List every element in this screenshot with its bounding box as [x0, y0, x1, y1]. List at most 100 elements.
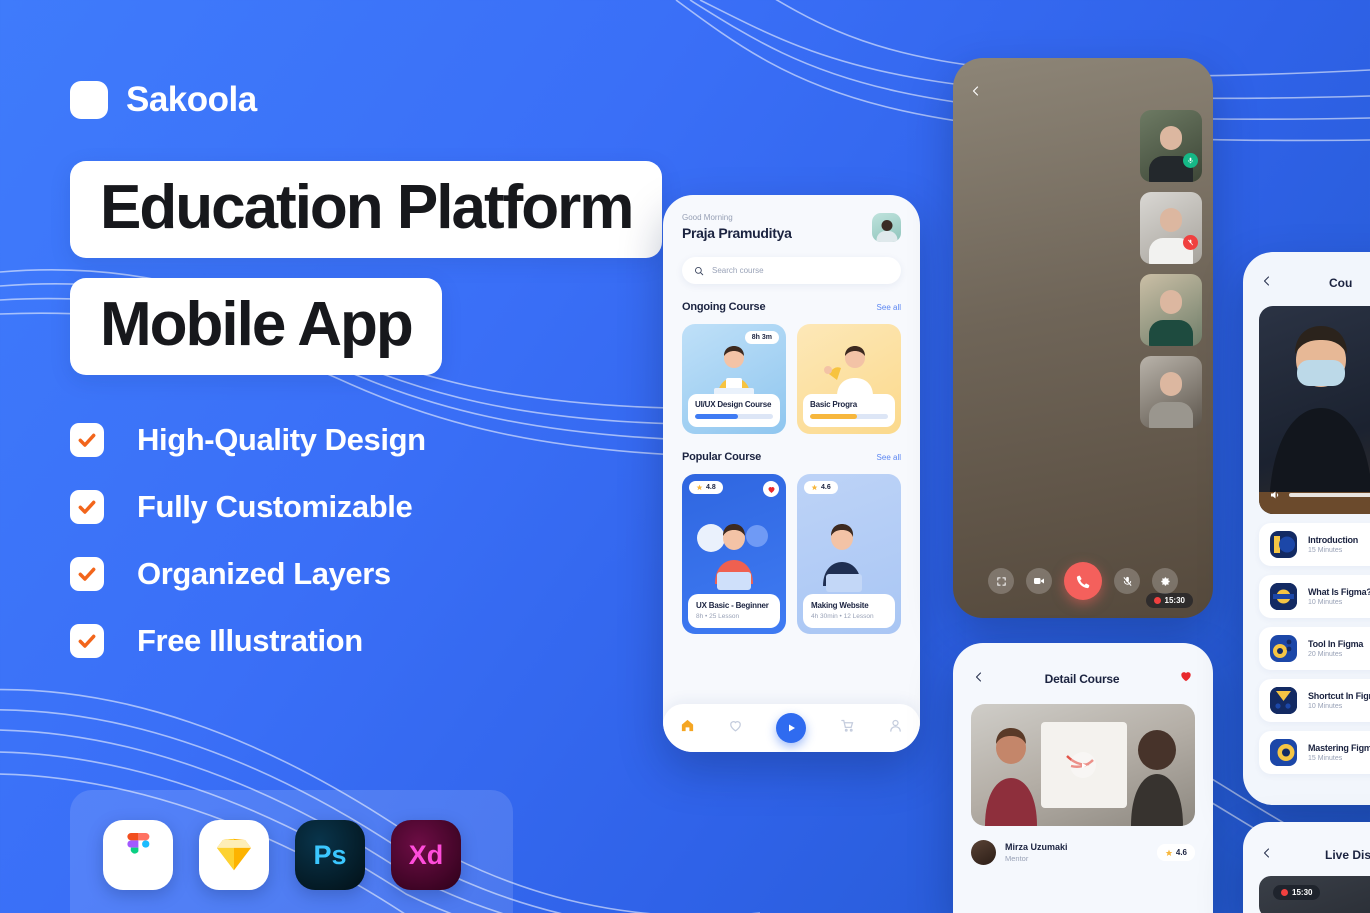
cart-icon — [841, 719, 854, 732]
lesson-item[interactable]: Introduction 15 Minutes — [1259, 523, 1370, 566]
hero-title-line1: Education Platform — [100, 173, 634, 242]
detail-favorite-button[interactable] — [1179, 669, 1193, 688]
mute-button[interactable] — [1114, 568, 1140, 594]
participant-face — [1160, 290, 1182, 314]
course-name: UI/UX Design Course — [695, 400, 772, 409]
popular-see-all[interactable]: See all — [877, 453, 901, 462]
course-info: UI/UX Design Course — [688, 394, 780, 427]
feature-label: Fully Customizable — [137, 489, 413, 525]
participant-thumbnail[interactable] — [1140, 356, 1202, 428]
star-icon — [811, 484, 818, 491]
search-icon — [695, 266, 704, 275]
lesson-duration: 15 Minutes — [1308, 755, 1343, 762]
course-illustration — [714, 346, 754, 396]
hero-title-line2: Mobile App — [100, 290, 414, 360]
detail-video-thumbnail[interactable] — [971, 704, 1195, 826]
favorite-button[interactable] — [763, 481, 779, 497]
mentor-row: Mirza Uzumaki Mentor 4.6 — [953, 826, 1213, 865]
mentor-avatar — [971, 840, 996, 865]
lesson-icon — [1270, 739, 1297, 766]
detail-play-button[interactable] — [1070, 752, 1096, 778]
feature-list: High-Quality Design Fully Customizable O… — [70, 422, 670, 659]
mic-on-icon — [1183, 153, 1198, 168]
mentor-rating-badge: 4.6 — [1156, 844, 1195, 861]
search-input[interactable]: Search course — [682, 257, 901, 284]
mentor-name: Mirza Uzumaki — [1005, 842, 1068, 852]
feature-item: Free Illustration — [70, 623, 670, 659]
participant-thumbnail[interactable] — [1140, 192, 1202, 264]
design-tool-strip: Ps Xd — [70, 790, 513, 913]
video-progress-control[interactable] — [1269, 489, 1370, 501]
feature-item: High-Quality Design — [70, 422, 670, 458]
participant-thumbnail[interactable] — [1140, 274, 1202, 346]
course-progress-fill — [695, 414, 738, 419]
course-title: Cou — [1329, 276, 1353, 290]
chevron-left-icon — [975, 671, 982, 682]
popular-course-card[interactable]: 4.8 UX Basic - Beginner 8h • 25 Lesson — [682, 474, 786, 634]
tab-home[interactable] — [680, 718, 695, 738]
hero-panel: Sakoola Education Platform Mobile App Hi… — [70, 80, 670, 659]
course-video-player[interactable] — [1259, 306, 1370, 514]
call-back-button[interactable] — [970, 84, 982, 102]
popular-section-header: Popular Course See all — [682, 451, 901, 463]
course-illustration — [822, 524, 862, 592]
chevron-left-icon — [1263, 848, 1270, 858]
tab-play[interactable] — [776, 713, 807, 743]
participant-face — [1160, 126, 1182, 150]
camera-button[interactable] — [1026, 568, 1052, 594]
end-call-button[interactable] — [1064, 562, 1102, 600]
ongoing-see-all[interactable]: See all — [877, 303, 901, 312]
course-illustration — [824, 346, 873, 396]
lesson-item[interactable]: What Is Figma? 10 Minutes — [1259, 575, 1370, 618]
live-video-thumbnail[interactable]: 15:30 — [1259, 876, 1370, 913]
lesson-name: Mastering Figma — [1308, 743, 1370, 753]
video-progress-track[interactable] — [1289, 493, 1370, 497]
popular-course-list: 4.8 UX Basic - Beginner 8h • 25 Lesson 4… — [682, 474, 901, 634]
lesson-item[interactable]: Shortcut In Figma 10 Minutes — [1259, 679, 1370, 722]
live-back-button[interactable] — [1261, 846, 1273, 864]
phone-mockup-live-discussion: Live Dis 15:30 — [1243, 822, 1370, 913]
course-name: Making Website — [811, 601, 869, 610]
ongoing-course-card[interactable]: Basic Progra — [797, 324, 901, 434]
lesson-item[interactable]: Tool In Figma 20 Minutes — [1259, 627, 1370, 670]
lesson-name: Shortcut In Figma — [1308, 691, 1370, 701]
hero-title-line1-box: Education Platform — [70, 161, 663, 259]
user-avatar[interactable] — [872, 213, 901, 242]
live-title: Live Dis — [1325, 848, 1370, 862]
lesson-icon — [1270, 531, 1297, 558]
photoshop-label: Ps — [313, 839, 347, 870]
detail-back-button[interactable] — [973, 670, 985, 688]
adobe-xd-icon: Xd — [391, 820, 461, 890]
course-meta: 8h • 25 Lesson — [696, 613, 740, 620]
feature-item: Organized Layers — [70, 556, 670, 592]
detail-header: Detail Course — [953, 643, 1213, 688]
video-camera-icon — [1034, 578, 1044, 584]
tab-profile[interactable] — [888, 718, 903, 738]
mentor-rating-value: 4.6 — [1175, 848, 1187, 857]
lesson-item[interactable]: Mastering Figma 15 Minutes — [1259, 731, 1370, 774]
heart-filled-icon — [767, 486, 775, 493]
course-back-button[interactable] — [1261, 274, 1273, 292]
popular-course-card[interactable]: 4.6 Making Website 4h 30min • 12 Lesson — [797, 474, 901, 634]
speaker-icon — [1271, 491, 1279, 499]
ongoing-course-card[interactable]: 8h 3m UI/UX Design Course — [682, 324, 786, 434]
mic-off-icon — [1183, 235, 1198, 250]
live-recording-time: 15:30 — [1292, 888, 1313, 897]
rating-badge: 4.6 — [804, 481, 838, 494]
call-control-bar — [953, 562, 1213, 600]
lesson-name: Introduction — [1308, 535, 1359, 545]
participant-thumbnail[interactable] — [1140, 110, 1202, 182]
participant-thumbnail-list — [1140, 110, 1202, 428]
expand-icon — [996, 576, 1006, 586]
star-icon — [1165, 849, 1173, 856]
photoshop-icon: Ps — [295, 820, 365, 890]
tab-favorites[interactable] — [728, 718, 743, 738]
sketch-icon — [199, 820, 269, 890]
course-progress-bar — [810, 414, 888, 419]
lesson-icon — [1270, 635, 1297, 662]
lesson-icon — [1270, 687, 1297, 714]
settings-button[interactable] — [1152, 568, 1178, 594]
expand-button[interactable] — [988, 568, 1014, 594]
course-header: Cou — [1243, 252, 1370, 292]
tab-cart[interactable] — [840, 718, 855, 738]
